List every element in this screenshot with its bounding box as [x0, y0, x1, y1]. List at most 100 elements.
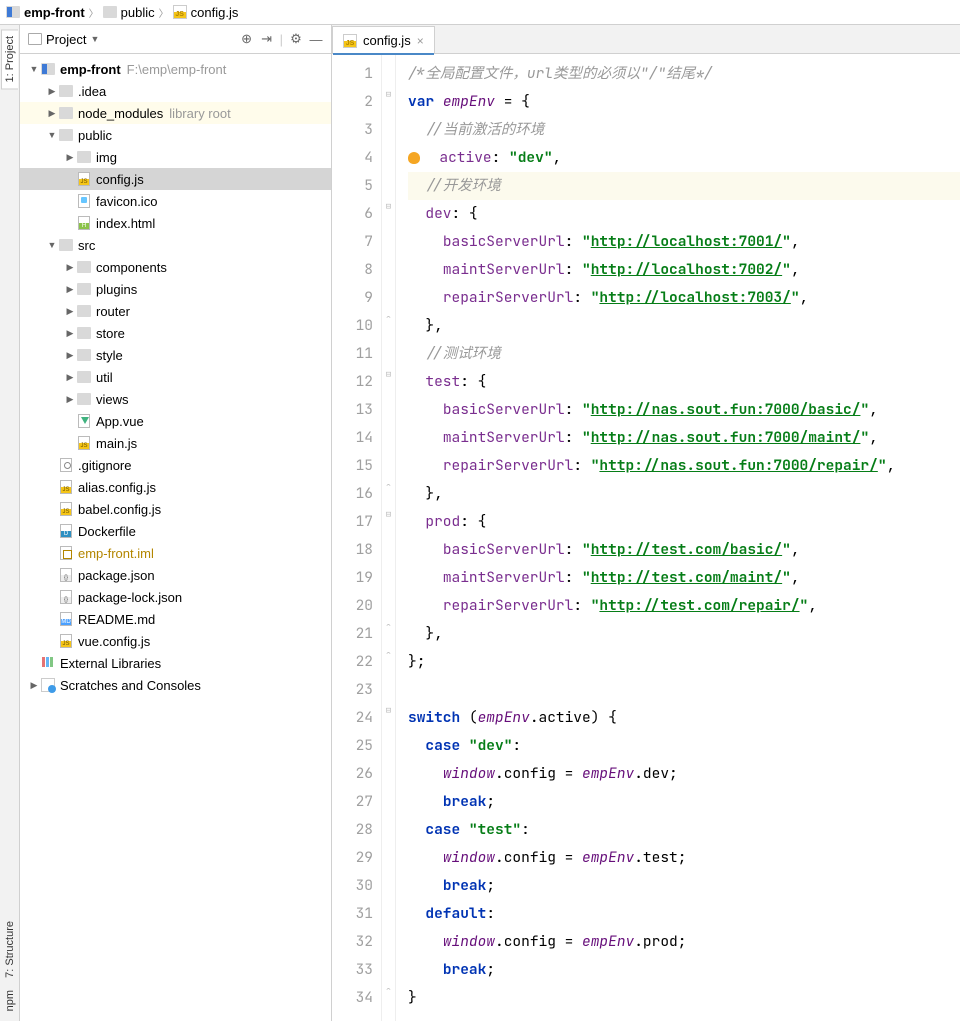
code-line[interactable]: //开发环境 — [408, 172, 960, 200]
breadcrumb-item[interactable]: JS config.js — [173, 5, 239, 20]
chevron-right-icon[interactable]: ▶ — [64, 306, 76, 317]
chevron-right-icon[interactable]: ▶ — [46, 108, 58, 119]
code-line[interactable]: break; — [408, 788, 960, 816]
line-number[interactable]: 28 — [332, 816, 373, 844]
code-line[interactable]: repairServerUrl: "http://nas.sout.fun:70… — [408, 452, 960, 480]
collapse-icon[interactable]: ⇥ — [260, 32, 274, 46]
close-icon[interactable]: × — [417, 34, 424, 48]
code-line[interactable]: active: "dev", — [408, 144, 960, 172]
code-line[interactable]: repairServerUrl: "http://test.com/repair… — [408, 592, 960, 620]
line-number[interactable]: 16 — [332, 480, 373, 508]
tree-item[interactable]: .gitignore — [20, 454, 331, 476]
code-line[interactable]: }; — [408, 648, 960, 676]
code-line[interactable]: case "dev": — [408, 732, 960, 760]
line-number[interactable]: 34 — [332, 984, 373, 1012]
line-number[interactable]: 22 — [332, 648, 373, 676]
minimize-icon[interactable]: — — [309, 32, 323, 46]
code-line[interactable]: //当前激活的环境 — [408, 116, 960, 144]
fold-marker[interactable]: ⊟ — [382, 368, 395, 396]
line-number[interactable]: 18 — [332, 536, 373, 564]
tree-item[interactable]: ▼emp-frontF:\emp\emp-front — [20, 58, 331, 80]
tab-project[interactable]: 1: Project — [1, 29, 18, 89]
line-number[interactable]: 3 — [332, 116, 373, 144]
fold-marker[interactable]: ⊟ — [382, 508, 395, 536]
line-number[interactable]: 31 — [332, 900, 373, 928]
code-line[interactable]: }, — [408, 312, 960, 340]
code-line[interactable]: }, — [408, 620, 960, 648]
fold-marker[interactable]: ⊟ — [382, 88, 395, 116]
code-line[interactable]: window.config = empEnv.test; — [408, 844, 960, 872]
chevron-down-icon[interactable]: ▼ — [46, 240, 58, 250]
gear-icon[interactable]: ⚙ — [289, 32, 303, 46]
chevron-right-icon[interactable]: ▶ — [64, 372, 76, 383]
line-number[interactable]: 7 — [332, 228, 373, 256]
line-number[interactable]: 6 — [332, 200, 373, 228]
chevron-right-icon[interactable]: ▶ — [46, 86, 58, 97]
chevron-right-icon[interactable]: ▶ — [64, 394, 76, 405]
chevron-right-icon[interactable]: ▶ — [28, 680, 40, 691]
line-number[interactable]: 17 — [332, 508, 373, 536]
code-line[interactable]: default: — [408, 900, 960, 928]
tree-item[interactable]: babel.config.js — [20, 498, 331, 520]
line-number[interactable]: 19 — [332, 564, 373, 592]
tree-item[interactable]: ▼src — [20, 234, 331, 256]
breadcrumb-item[interactable]: emp-front — [6, 5, 85, 20]
chevron-down-icon[interactable]: ▼ — [28, 64, 40, 74]
tree-item[interactable]: index.html — [20, 212, 331, 234]
tree-item[interactable]: ▶util — [20, 366, 331, 388]
fold-marker[interactable]: ⊟ — [382, 200, 395, 228]
fold-marker[interactable]: ⌃ — [382, 620, 395, 648]
line-number[interactable]: 30 — [332, 872, 373, 900]
tree-item[interactable]: package-lock.json — [20, 586, 331, 608]
tree-item[interactable]: alias.config.js — [20, 476, 331, 498]
code-line[interactable]: dev: { — [408, 200, 960, 228]
tree-item[interactable]: ▶.idea — [20, 80, 331, 102]
chevron-down-icon[interactable]: ▼ — [90, 34, 99, 44]
panel-title[interactable]: Project — [46, 32, 86, 47]
tree-item[interactable]: ▶components — [20, 256, 331, 278]
tree-item[interactable]: External Libraries — [20, 652, 331, 674]
line-number[interactable]: 2 — [332, 88, 373, 116]
breadcrumb-item[interactable]: public — [103, 5, 155, 20]
code-editor[interactable]: 1234567891011121314151617181920212223242… — [332, 54, 960, 1021]
fold-marker[interactable]: ⌃ — [382, 648, 395, 676]
code-line[interactable]: }, — [408, 480, 960, 508]
code-line[interactable]: } — [408, 984, 960, 1012]
chevron-down-icon[interactable]: ▼ — [46, 130, 58, 140]
line-number[interactable]: 15 — [332, 452, 373, 480]
line-number[interactable]: 24 — [332, 704, 373, 732]
code-line[interactable]: var empEnv = { — [408, 88, 960, 116]
line-number[interactable]: 8 — [332, 256, 373, 284]
code-line[interactable]: window.config = empEnv.dev; — [408, 760, 960, 788]
code-line[interactable]: /*全局配置文件，url类型的必须以"/"结尾*/ — [408, 60, 960, 88]
line-number[interactable]: 23 — [332, 676, 373, 704]
tree-item[interactable]: ▶style — [20, 344, 331, 366]
chevron-right-icon[interactable]: ▶ — [64, 152, 76, 163]
code-line[interactable]: maintServerUrl: "http://nas.sout.fun:700… — [408, 424, 960, 452]
tab-structure[interactable]: 7: Structure — [2, 915, 18, 984]
tree-item[interactable]: config.js — [20, 168, 331, 190]
tree-item[interactable]: ▶img — [20, 146, 331, 168]
fold-column[interactable]: ⊟⊟⌃⊟⌃⊟⌃⌃⊟⌃ — [382, 54, 396, 1021]
chevron-right-icon[interactable]: ▶ — [64, 284, 76, 295]
editor-tab[interactable]: JS config.js × — [332, 26, 435, 54]
line-number[interactable]: 20 — [332, 592, 373, 620]
code-line[interactable]: //测试环境 — [408, 340, 960, 368]
line-number[interactable]: 11 — [332, 340, 373, 368]
line-number[interactable]: 21 — [332, 620, 373, 648]
tree-item[interactable]: Dockerfile — [20, 520, 331, 542]
tree-item[interactable]: README.md — [20, 608, 331, 630]
line-number[interactable]: 10 — [332, 312, 373, 340]
line-number[interactable]: 32 — [332, 928, 373, 956]
tree-item[interactable]: main.js — [20, 432, 331, 454]
code-area[interactable]: /*全局配置文件，url类型的必须以"/"结尾*/var empEnv = { … — [396, 54, 960, 1021]
code-line[interactable]: prod: { — [408, 508, 960, 536]
line-number[interactable]: 4 — [332, 144, 373, 172]
code-line[interactable] — [408, 676, 960, 704]
tree-item[interactable]: ▶store — [20, 322, 331, 344]
chevron-right-icon[interactable]: ▶ — [64, 262, 76, 273]
tree-item[interactable]: package.json — [20, 564, 331, 586]
code-line[interactable]: break; — [408, 956, 960, 984]
chevron-right-icon[interactable]: ▶ — [64, 328, 76, 339]
tree-item[interactable]: ▶node_moduleslibrary root — [20, 102, 331, 124]
